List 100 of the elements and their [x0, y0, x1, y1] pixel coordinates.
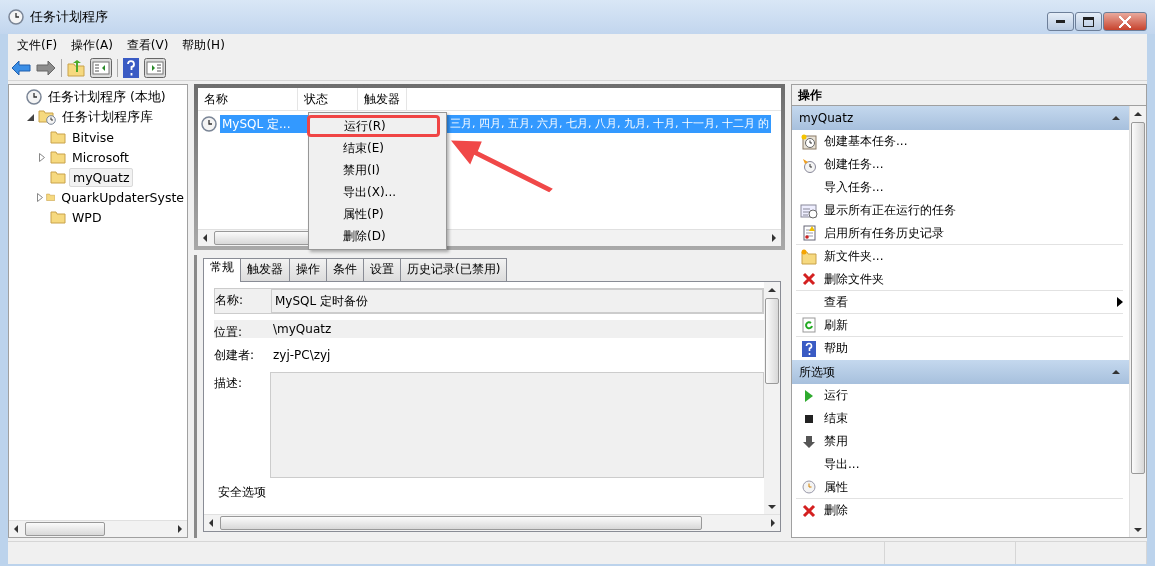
down-arrow-icon — [802, 434, 816, 449]
clock-icon — [201, 116, 217, 132]
column-header[interactable]: 触发器 — [358, 88, 407, 110]
author-value: zyj-PC\zyj — [272, 347, 332, 364]
menu-item[interactable]: 帮助(H) — [175, 34, 232, 56]
action-item[interactable]: 属性 — [824, 478, 848, 496]
help-icon — [802, 340, 816, 357]
new-folder-icon — [801, 248, 817, 265]
menu-item[interactable]: 属性(P) — [311, 203, 444, 225]
help-icon[interactable] — [123, 58, 139, 78]
column-header[interactable]: 状态 — [298, 88, 358, 110]
description-field[interactable] — [270, 372, 764, 478]
scrollbar[interactable] — [764, 282, 780, 514]
notepad-icon — [801, 225, 817, 241]
maximize-button[interactable] — [1075, 12, 1102, 31]
menu-item[interactable]: 禁用(I) — [311, 159, 444, 181]
clock-icon — [26, 89, 42, 105]
scroll-arrow-icon[interactable] — [13, 524, 19, 534]
field-label: 描述: — [214, 375, 244, 392]
action-item[interactable]: 删除文件夹 — [824, 270, 884, 288]
folder-icon — [46, 190, 56, 204]
tree-item[interactable]: Bitvise — [69, 128, 118, 146]
action-item[interactable]: 显示所有正在运行的任务 — [824, 202, 956, 219]
scrollbar[interactable] — [1129, 106, 1146, 537]
folder-icon — [50, 130, 66, 144]
menu-item[interactable]: 导出(X)... — [311, 181, 444, 203]
tab[interactable]: 触发器 — [240, 258, 290, 281]
tree-item[interactable]: QuarkUpdaterSyste — [58, 188, 187, 206]
tab[interactable]: 常规 — [203, 258, 241, 282]
close-button[interactable] — [1103, 12, 1147, 31]
name-field[interactable]: MySQL 定时备份 — [271, 289, 763, 313]
collapse-icon[interactable] — [1111, 368, 1121, 376]
calendar-clock-icon — [801, 133, 817, 150]
tab[interactable]: 设置 — [363, 258, 401, 281]
action-item[interactable]: 刷新 — [824, 316, 848, 334]
menu-item[interactable]: 运行(R) — [307, 115, 440, 137]
action-item[interactable]: 创建任务... — [824, 156, 884, 173]
field-label: 名称: — [215, 292, 245, 309]
submenu-arrow-icon — [1117, 297, 1123, 307]
folder-icon — [50, 210, 66, 224]
action-item[interactable]: 禁用 — [824, 433, 848, 450]
task-trigger: 三月, 四月, 五月, 六月, 七月, 八月, 九月, 十月, 十一月, 十二月 的 — [450, 115, 772, 133]
menu-item[interactable]: 查看(V) — [119, 34, 176, 56]
pane-toggle-icon[interactable] — [90, 58, 112, 78]
delete-icon — [802, 272, 816, 286]
scrollbar[interactable] — [204, 514, 780, 531]
menu-item[interactable]: 操作(A) — [64, 34, 120, 56]
scroll-arrow-icon[interactable] — [177, 524, 183, 534]
clock-icon — [802, 480, 816, 494]
scrollbar[interactable] — [9, 520, 187, 537]
expanded-icon[interactable] — [26, 113, 34, 121]
tree-item[interactable]: 任务计划程序 (本地) — [45, 87, 169, 107]
field-label: 创建者: — [214, 347, 256, 364]
section-header[interactable]: myQuatz — [792, 106, 1129, 130]
scroll-arrow-icon[interactable] — [208, 518, 214, 528]
menu-item[interactable]: 文件(F) — [10, 34, 65, 56]
tree-item[interactable]: WPD — [69, 208, 105, 226]
clock-icon — [8, 9, 24, 25]
action-item[interactable]: 新文件夹... — [824, 248, 884, 265]
action-item[interactable]: 启用所有任务历史记录 — [824, 224, 944, 242]
scroll-arrow-icon[interactable] — [202, 233, 208, 243]
tab[interactable]: 操作 — [289, 258, 327, 281]
action-item[interactable]: 创建基本任务... — [824, 133, 908, 150]
pane-title: 操作 — [792, 85, 1146, 106]
action-item[interactable]: 结束 — [824, 410, 848, 427]
action-item[interactable]: 导出... — [824, 456, 860, 473]
minimize-button[interactable] — [1047, 12, 1074, 31]
list-clock-icon — [800, 202, 818, 219]
action-item[interactable]: 删除 — [824, 502, 848, 519]
clock-icon — [801, 156, 817, 173]
back-arrow-icon[interactable] — [11, 60, 31, 76]
tab[interactable]: 历史记录(已禁用) — [400, 258, 508, 281]
collapsed-icon[interactable] — [39, 152, 45, 162]
folder-up-icon[interactable] — [67, 59, 85, 77]
play-icon — [803, 388, 815, 403]
tree-item[interactable]: 任务计划程序库 — [59, 107, 156, 127]
refresh-icon — [802, 317, 816, 333]
pane-toggle-icon[interactable] — [144, 58, 166, 78]
folder-icon — [50, 150, 66, 164]
menu-item[interactable]: 结束(E) — [311, 137, 444, 159]
collapse-icon[interactable] — [1111, 114, 1121, 122]
section-header[interactable]: 所选项 — [792, 360, 1129, 384]
forward-arrow-icon[interactable] — [36, 60, 56, 76]
action-item[interactable]: 运行 — [824, 387, 848, 404]
menu-item[interactable]: 删除(D) — [311, 225, 444, 247]
tree-item[interactable]: myQuatz — [69, 167, 134, 187]
scroll-arrow-icon[interactable] — [1133, 525, 1143, 533]
tree-item[interactable]: Microsoft — [69, 148, 132, 166]
window-title: 任务计划程序 — [30, 8, 108, 26]
action-item[interactable]: 帮助 — [824, 340, 848, 357]
scroll-arrow-icon[interactable] — [1133, 110, 1143, 118]
scroll-arrow-icon[interactable] — [767, 286, 777, 294]
stop-icon — [803, 412, 815, 425]
action-item[interactable]: 查看 — [824, 293, 848, 311]
column-header[interactable]: 名称 — [198, 88, 298, 110]
group-label: 安全选项 — [218, 485, 266, 499]
tab[interactable]: 条件 — [326, 258, 364, 281]
scroll-arrow-icon[interactable] — [771, 233, 777, 243]
collapsed-icon[interactable] — [37, 192, 43, 202]
action-item[interactable]: 导入任务... — [824, 179, 884, 196]
